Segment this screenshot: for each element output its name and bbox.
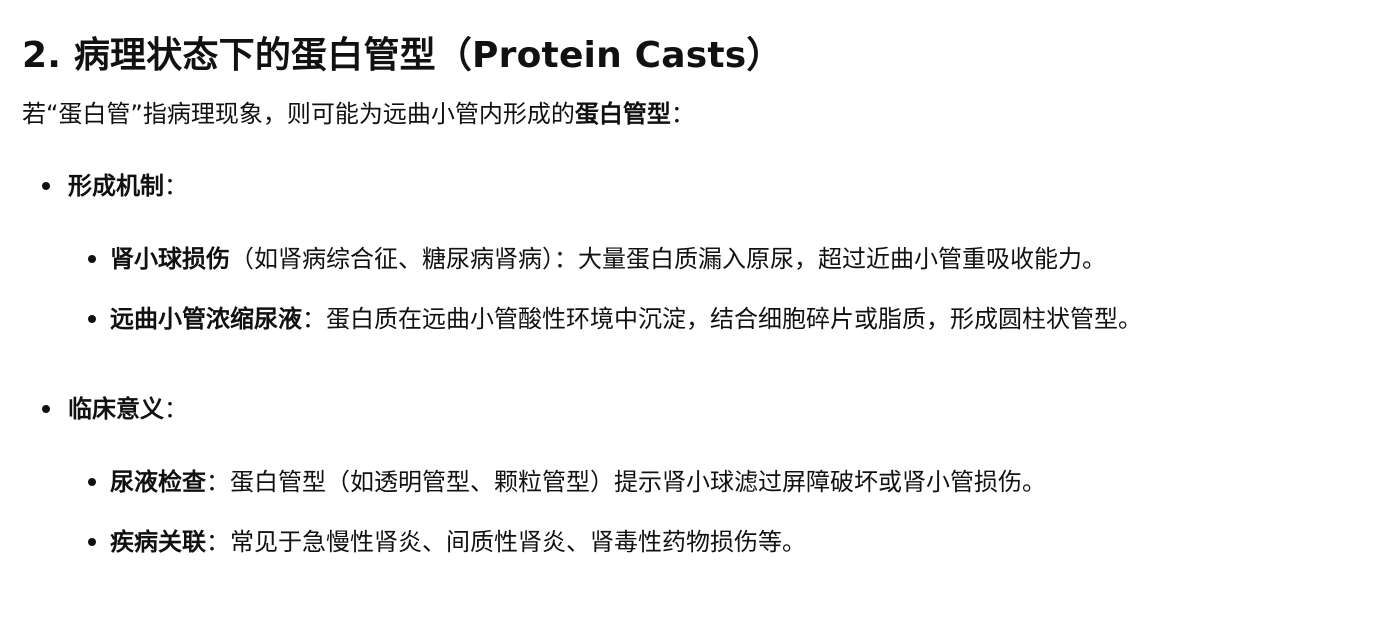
sub-bullet-list: 肾小球损伤（如肾病综合征、糖尿病肾病）：大量蛋白质漏入原尿，超过近曲小管重吸收能… [68,239,1376,339]
group-label: 临床意义 [68,395,164,423]
item-text: ：常见于急慢性肾炎、间质性肾炎、肾毒性药物损伤等。 [206,528,806,556]
list-item-formation-mechanism: 形成机制： 肾小球损伤（如肾病综合征、糖尿病肾病）：大量蛋白质漏入原尿，超过近曲… [22,166,1376,339]
list-item: 疾病关联：常见于急慢性肾炎、间质性肾炎、肾毒性药物损伤等。 [68,522,1376,562]
item-term: 肾小球损伤 [110,245,230,273]
item-term: 尿液检查 [110,468,206,496]
group-label-suffix: ： [164,172,188,200]
intro-suffix: ： [670,100,695,128]
item-term: 远曲小管浓缩尿液 [110,305,302,333]
document-page: 2. 病理状态下的蛋白管型（Protein Casts） 若“蛋白管”指病理现象… [0,0,1376,618]
group-label: 形成机制 [68,172,164,200]
item-text: ：蛋白质在远曲小管酸性环境中沉淀，结合细胞碎片或脂质，形成圆柱状管型。 [302,305,1142,333]
group-label-suffix: ： [164,395,188,423]
intro-bold-term: 蛋白管型 [574,100,671,128]
list-item-clinical-significance: 临床意义： 尿液检查：蛋白管型（如透明管型、颗粒管型）提示肾小球滤过屏障破坏或肾… [22,389,1376,562]
item-text: （如肾病综合征、糖尿病肾病）：大量蛋白质漏入原尿，超过近曲小管重吸收能力。 [230,245,1106,273]
list-item: 尿液检查：蛋白管型（如透明管型、颗粒管型）提示肾小球滤过屏障破坏或肾小管损伤。 [68,462,1376,502]
bullet-list: 形成机制： 肾小球损伤（如肾病综合征、糖尿病肾病）：大量蛋白质漏入原尿，超过近曲… [22,166,1376,562]
item-text: ：蛋白管型（如透明管型、颗粒管型）提示肾小球滤过屏障破坏或肾小管损伤。 [206,468,1046,496]
intro-paragraph: 若“蛋白管”指病理现象，则可能为远曲小管内形成的蛋白管型： [22,94,1376,134]
item-term: 疾病关联 [110,528,206,556]
list-item: 远曲小管浓缩尿液：蛋白质在远曲小管酸性环境中沉淀，结合细胞碎片或脂质，形成圆柱状… [68,299,1376,339]
sub-bullet-list: 尿液检查：蛋白管型（如透明管型、颗粒管型）提示肾小球滤过屏障破坏或肾小管损伤。 … [68,462,1376,562]
list-item: 肾小球损伤（如肾病综合征、糖尿病肾病）：大量蛋白质漏入原尿，超过近曲小管重吸收能… [68,239,1376,279]
intro-text: 若“蛋白管”指病理现象，则可能为远曲小管内形成的 [22,100,575,128]
section-heading: 2. 病理状态下的蛋白管型（Protein Casts） [22,35,783,76]
